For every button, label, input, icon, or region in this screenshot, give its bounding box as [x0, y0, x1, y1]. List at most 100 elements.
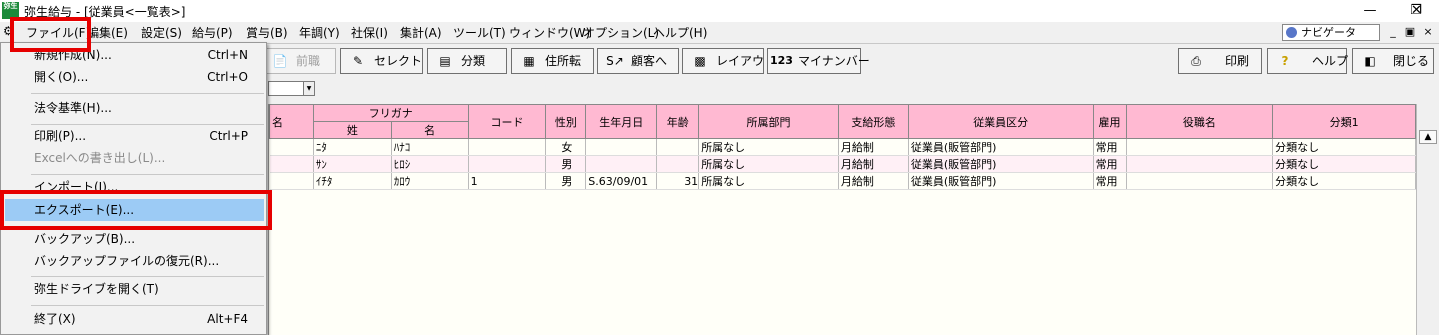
scroll-up-icon[interactable]: ▲: [1419, 130, 1437, 144]
cell-gender[interactable]: 女: [545, 138, 587, 156]
cell-emptype[interactable]: 従業員(販管部門): [908, 172, 1094, 190]
cell-pay[interactable]: 月給制: [838, 172, 909, 190]
employee-grid: 名 フリガナ コード 性別 生年月日 年齢 所属部門 支給形態 従業員区分 雇用…: [268, 104, 1416, 335]
cell-sei[interactable]: ｻﾝ: [313, 155, 392, 173]
chevron-down-icon[interactable]: ▼: [303, 82, 314, 95]
prev-job-button[interactable]: 📄 前職: [262, 48, 336, 74]
menu-options[interactable]: オプション(L): [583, 24, 659, 41]
menu-item-law-label: 法令基準(H)...: [34, 101, 112, 115]
cell-age[interactable]: [656, 155, 700, 173]
cell-name[interactable]: [269, 155, 314, 173]
cell-mei[interactable]: ｶﾛｳ: [391, 172, 469, 190]
close-window-icon[interactable]: ✕: [1394, 0, 1439, 22]
close-button[interactable]: ◧ 閉じる: [1352, 48, 1434, 74]
mdi-minimize-icon[interactable]: _: [1386, 25, 1400, 39]
cell-dept[interactable]: 所属なし: [698, 138, 839, 156]
menu-edit[interactable]: 編集(E): [87, 24, 128, 41]
navigator-button[interactable]: ナビゲータ: [1282, 24, 1380, 41]
menu-bonus[interactable]: 賞与(B): [246, 24, 288, 41]
menu-item-exit[interactable]: 終了(X) Alt+F4: [1, 308, 266, 330]
menu-year-end[interactable]: 年調(Y): [299, 24, 340, 41]
table-row[interactable]: ﾆﾀ ﾊﾅｺ 女 所属なし 月給制 従業員(販管部門) 常用 分類なし: [269, 138, 1416, 156]
col-pay-header[interactable]: 支給形態: [837, 104, 909, 139]
col-cat1-header[interactable]: 分類1: [1272, 104, 1416, 139]
menu-item-restore[interactable]: バックアップファイルの復元(R)...: [1, 250, 266, 272]
minimize-icon[interactable]: —: [1347, 0, 1393, 22]
address-move-button[interactable]: ▦ 住所転: [511, 48, 594, 74]
cell-code[interactable]: 1: [468, 172, 547, 190]
cell-code[interactable]: [468, 138, 547, 156]
cell-sei[interactable]: ﾆﾀ: [313, 138, 392, 156]
vertical-scrollbar[interactable]: ▲: [1416, 104, 1439, 335]
cell-age[interactable]: 31: [656, 172, 700, 190]
cell-pay[interactable]: 月給制: [838, 138, 909, 156]
help-label: ヘルプ: [1312, 54, 1349, 68]
table-row[interactable]: ｻﾝ ﾋﾛｼ 男 所属なし 月給制 従業員(販管部門) 常用 分類なし: [269, 155, 1416, 173]
menu-item-drive[interactable]: 弥生ドライブを開く(T): [1, 278, 266, 300]
cell-emptype[interactable]: 従業員(販管部門): [908, 138, 1094, 156]
cell-name[interactable]: [269, 138, 314, 156]
col-gender-header[interactable]: 性別: [545, 104, 587, 139]
col-name-header[interactable]: 名: [269, 104, 314, 139]
menu-item-excel[interactable]: Excelへの書き出し(L)...: [1, 147, 266, 169]
cell-hire[interactable]: 常用: [1093, 155, 1127, 173]
cell-birth[interactable]: [585, 138, 658, 156]
menu-item-backup[interactable]: バックアップ(B)...: [1, 228, 266, 250]
menu-item-open[interactable]: 開く(O)... Ctrl+O: [1, 66, 266, 88]
cell-cat1[interactable]: 分類なし: [1272, 155, 1416, 173]
cell-code[interactable]: [468, 155, 547, 173]
col-sei-header[interactable]: 姓: [312, 121, 392, 139]
col-hire-header[interactable]: 雇用: [1092, 104, 1127, 139]
menu-aggregate[interactable]: 集計(A): [400, 24, 442, 41]
cell-birth[interactable]: S.63/09/01: [585, 172, 658, 190]
print-button[interactable]: ⎙ 印刷: [1178, 48, 1262, 74]
menu-tools[interactable]: ツール(T): [453, 24, 506, 41]
classify-button[interactable]: ▤ 分類: [427, 48, 507, 74]
col-emptype-header[interactable]: 従業員区分: [907, 104, 1094, 139]
cell-age[interactable]: [656, 138, 700, 156]
col-age-header[interactable]: 年齢: [656, 104, 700, 139]
menu-help[interactable]: ヘルプ(H): [653, 24, 707, 41]
cell-hire[interactable]: 常用: [1093, 138, 1127, 156]
menu-window[interactable]: ウィンドウ(W): [509, 24, 590, 41]
cell-title[interactable]: [1126, 155, 1274, 173]
menu-social-insurance[interactable]: 社保(I): [351, 24, 388, 41]
cell-gender[interactable]: 男: [545, 155, 587, 173]
menu-item-law[interactable]: 法令基準(H)...: [1, 97, 266, 119]
cell-dept[interactable]: 所属なし: [698, 155, 839, 173]
select-button[interactable]: ✎ セレクト: [340, 48, 423, 74]
cell-gender[interactable]: 男: [545, 172, 587, 190]
file-menu-dropdown: 新規作成(N)... Ctrl+N 開く(O)... Ctrl+O 法令基準(H…: [0, 42, 267, 335]
cell-hire[interactable]: 常用: [1093, 172, 1127, 190]
mynumber-button[interactable]: 123 マイナンバー: [767, 48, 870, 74]
col-furigana-header[interactable]: フリガナ: [312, 104, 469, 122]
cell-dept[interactable]: 所属なし: [698, 172, 839, 190]
col-title-header[interactable]: 役職名: [1125, 104, 1274, 139]
cell-emptype[interactable]: 従業員(販管部門): [908, 155, 1094, 173]
cell-cat1[interactable]: 分類なし: [1272, 138, 1416, 156]
filter-combo[interactable]: ▼: [268, 81, 315, 96]
mdi-close-icon[interactable]: ×: [1421, 25, 1435, 39]
menu-salary[interactable]: 給与(P): [192, 24, 233, 41]
table-row[interactable]: ｲﾁﾀ ｶﾛｳ 1 男 S.63/09/01 31 所属なし 月給制 従業員(販…: [269, 172, 1416, 190]
col-birth-header[interactable]: 生年月日: [585, 104, 658, 139]
menu-item-print[interactable]: 印刷(P)... Ctrl+P: [1, 125, 266, 147]
col-dept-header[interactable]: 所属部門: [698, 104, 839, 139]
cell-mei[interactable]: ﾋﾛｼ: [391, 155, 469, 173]
col-mei-header[interactable]: 名: [390, 121, 469, 139]
col-code-header[interactable]: コード: [467, 104, 547, 139]
cell-title[interactable]: [1126, 138, 1274, 156]
cell-title[interactable]: [1126, 172, 1274, 190]
mdi-restore-icon[interactable]: ▣: [1403, 25, 1417, 39]
to-customer-button[interactable]: S↗ 顧客へ: [597, 48, 679, 74]
navigator-label: ナビゲータ: [1301, 26, 1356, 39]
menu-settings[interactable]: 設定(S): [141, 24, 182, 41]
cell-name[interactable]: [269, 172, 314, 190]
cell-pay[interactable]: 月給制: [838, 155, 909, 173]
layout-button[interactable]: ▩ レイアウト: [682, 48, 776, 74]
cell-birth[interactable]: [585, 155, 658, 173]
cell-cat1[interactable]: 分類なし: [1272, 172, 1416, 190]
cell-sei[interactable]: ｲﾁﾀ: [313, 172, 392, 190]
help-button[interactable]: ? ヘルプ: [1267, 48, 1349, 74]
cell-mei[interactable]: ﾊﾅｺ: [391, 138, 469, 156]
